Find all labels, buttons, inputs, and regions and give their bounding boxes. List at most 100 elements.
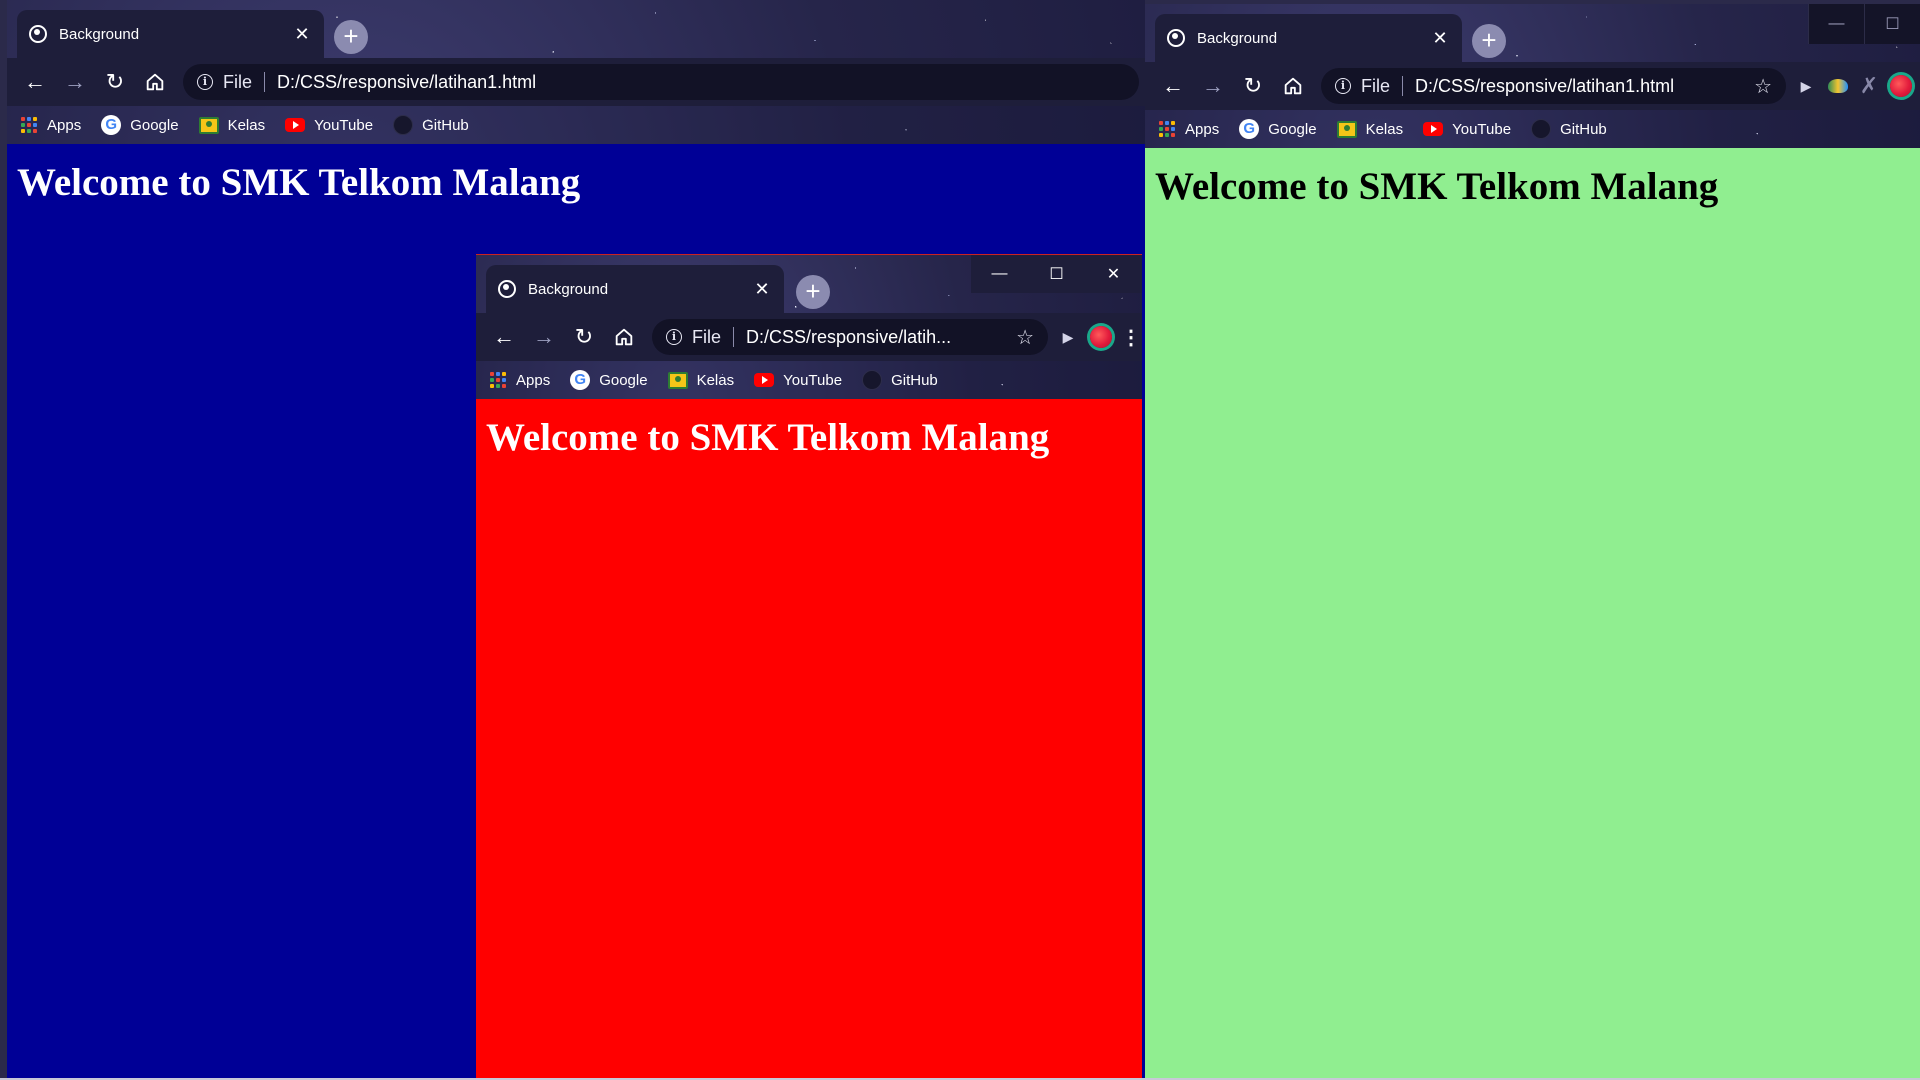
youtube-icon <box>754 373 775 387</box>
youtube-icon <box>285 118 306 132</box>
address-bar[interactable]: i File D:/CSS/responsive/latihan1.html <box>183 64 1139 100</box>
info-icon[interactable]: i <box>666 329 682 345</box>
bookmark-kelas[interactable]: Kelas <box>1336 120 1404 138</box>
bookmark-kelas[interactable]: Kelas <box>198 116 266 134</box>
bookmark-youtube[interactable]: YouTube <box>1423 121 1511 138</box>
record-extension-icon[interactable] <box>1090 326 1112 348</box>
bookmark-label: GitHub <box>1560 120 1607 138</box>
page-heading: Welcome to SMK Telkom Malang <box>486 416 1050 459</box>
bookmark-label: Google <box>599 371 648 389</box>
home-button[interactable] <box>606 319 642 355</box>
github-icon <box>1531 119 1552 139</box>
bookmark-label: Apps <box>1185 120 1220 138</box>
window-controls: — ☐ ✕ <box>971 255 1142 293</box>
star-icon[interactable]: ☆ <box>1754 74 1772 99</box>
address-bar[interactable]: i File D:/CSS/responsive/latihan1.html ☆ <box>1321 68 1786 104</box>
bookmark-label: YouTube <box>1452 120 1512 138</box>
cursor-extension-icon[interactable]: ▶ <box>1792 78 1820 95</box>
forward-button[interactable]: → <box>57 64 93 100</box>
classroom-icon <box>667 371 688 389</box>
bookmark-apps[interactable]: Apps <box>21 116 81 134</box>
paint-extension-icon[interactable] <box>1828 79 1848 93</box>
close-icon[interactable]: ✕ <box>752 279 772 300</box>
arrow-left-icon: ← <box>493 324 515 349</box>
bookmark-label: GitHub <box>422 116 469 134</box>
window-controls: — ☐ <box>1808 4 1920 44</box>
bookmark-apps[interactable]: Apps <box>490 371 551 389</box>
bookmark-label: Apps <box>516 371 551 389</box>
url-text[interactable]: D:/CSS/responsive/latih... <box>746 327 1008 348</box>
bookmark-label: Google <box>130 116 179 134</box>
bookmark-label: YouTube <box>783 371 843 389</box>
tab-title: Background <box>59 25 140 43</box>
back-button[interactable]: ← <box>486 319 522 355</box>
toolbar: ← → ↻ i File D:/CSS/responsive/latihan1.… <box>7 58 1145 106</box>
home-icon <box>1284 77 1302 95</box>
reload-button[interactable]: ↻ <box>1235 68 1271 104</box>
home-button[interactable] <box>137 64 173 100</box>
github-icon <box>393 115 414 135</box>
back-button[interactable]: ← <box>1155 68 1191 104</box>
maximize-button[interactable]: ☐ <box>1864 4 1920 44</box>
bookmark-google[interactable]: G Google <box>1239 119 1317 139</box>
url-text[interactable]: D:/CSS/responsive/latihan1.html <box>1415 76 1746 97</box>
new-tab-button[interactable]: + <box>1472 24 1506 58</box>
forward-button[interactable]: → <box>526 319 562 355</box>
page-content: Welcome to SMK Telkom Malang <box>1145 148 1920 1080</box>
info-icon[interactable]: i <box>197 74 213 90</box>
home-icon <box>146 73 164 91</box>
x-extension-icon[interactable]: ✗ <box>1856 73 1882 99</box>
back-button[interactable]: ← <box>17 64 53 100</box>
address-bar[interactable]: i File D:/CSS/responsive/latih... ☆ <box>652 319 1048 355</box>
bookmark-github[interactable]: GitHub <box>1531 119 1607 139</box>
bookmark-kelas[interactable]: Kelas <box>667 371 734 389</box>
bookmark-youtube[interactable]: YouTube <box>285 117 373 134</box>
maximize-button[interactable]: ☐ <box>1028 255 1085 293</box>
record-extension-icon[interactable] <box>1890 75 1912 97</box>
bookmark-google[interactable]: G Google <box>101 115 179 135</box>
bookmark-label: Kelas <box>1365 120 1404 138</box>
bookmark-youtube[interactable]: YouTube <box>754 372 842 389</box>
home-icon <box>615 328 633 346</box>
reload-icon: ↻ <box>574 324 594 349</box>
bookmark-label: YouTube <box>314 116 374 134</box>
info-icon[interactable]: i <box>1335 78 1351 94</box>
cursor-extension-icon[interactable]: ▶ <box>1054 329 1082 346</box>
browser-window-green[interactable]: Background ✕ + — ☐ ← → ↻ i File D:/CSS/r… <box>1145 4 1920 1080</box>
page-content: Welcome to SMK Telkom Malang <box>476 399 1142 1080</box>
tab-background[interactable]: Background ✕ <box>486 265 784 313</box>
google-icon: G <box>570 370 591 390</box>
bookmark-apps[interactable]: Apps <box>1159 120 1220 138</box>
close-icon[interactable]: ✕ <box>292 24 312 45</box>
bookmark-label: Google <box>1268 120 1317 138</box>
reload-button[interactable]: ↻ <box>566 319 602 355</box>
url-scheme: File <box>692 326 722 347</box>
minimize-button[interactable]: — <box>1808 4 1864 44</box>
minimize-button[interactable]: — <box>971 255 1028 293</box>
url-separator <box>1402 76 1404 96</box>
tab-background[interactable]: Background ✕ <box>17 10 324 58</box>
url-separator <box>264 72 266 92</box>
url-text[interactable]: D:/CSS/responsive/latihan1.html <box>277 72 1125 93</box>
globe-icon <box>498 280 516 298</box>
forward-button[interactable]: → <box>1195 68 1231 104</box>
close-icon[interactable]: ✕ <box>1430 28 1450 49</box>
arrow-left-icon: ← <box>1162 73 1184 98</box>
home-button[interactable] <box>1275 68 1311 104</box>
new-tab-button[interactable]: + <box>334 20 368 54</box>
bookmark-github[interactable]: GitHub <box>862 370 938 390</box>
bookmark-github[interactable]: GitHub <box>393 115 469 135</box>
bookmark-label: Kelas <box>227 116 266 134</box>
bookmark-google[interactable]: G Google <box>570 370 648 390</box>
browser-window-red[interactable]: Background ✕ + — ☐ ✕ ← → ↻ i File D:/CSS… <box>476 254 1142 1080</box>
menu-dots-icon[interactable]: ⋮ <box>1120 325 1142 350</box>
star-icon[interactable]: ☆ <box>1016 325 1034 350</box>
url-scheme: File <box>223 71 253 92</box>
close-window-button[interactable]: ✕ <box>1085 255 1142 293</box>
github-icon <box>862 370 883 390</box>
tab-background[interactable]: Background ✕ <box>1155 14 1462 62</box>
google-icon: G <box>101 115 122 135</box>
reload-button[interactable]: ↻ <box>97 64 133 100</box>
new-tab-button[interactable]: + <box>796 275 830 309</box>
tab-strip: Background ✕ + — ☐ <box>1145 4 1920 64</box>
